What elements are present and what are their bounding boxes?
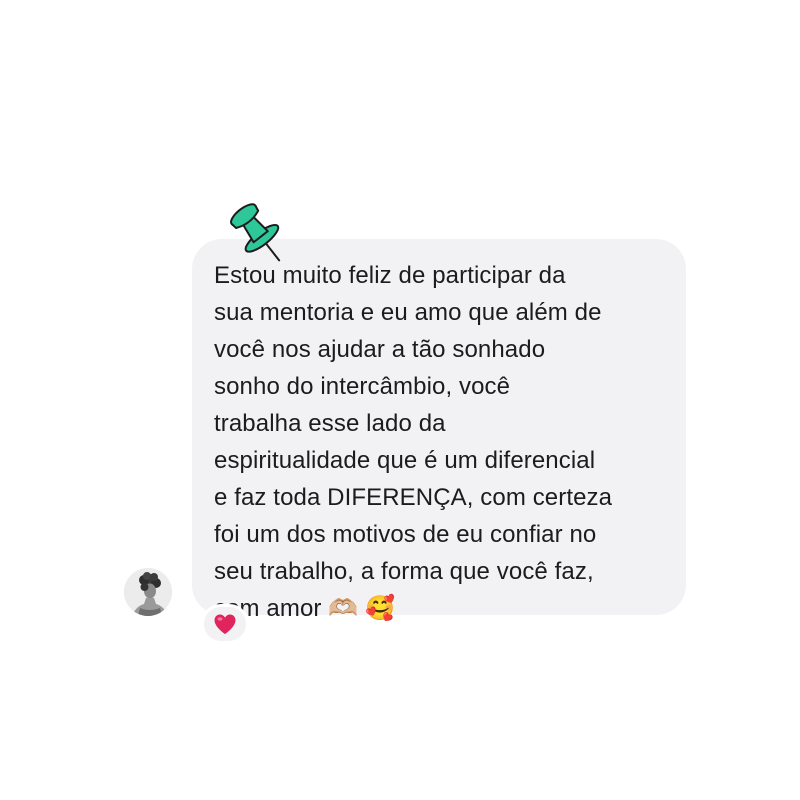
message-line: trabalha esse lado da bbox=[214, 410, 446, 437]
message-line: você nos ajudar a tão sonhado bbox=[214, 336, 546, 363]
avatar-photo bbox=[124, 568, 172, 616]
heart-icon bbox=[214, 614, 236, 634]
message-line: foi um dos motivos de eu confiar no bbox=[214, 521, 597, 548]
sender-avatar[interactable] bbox=[124, 568, 172, 616]
message-bubble[interactable]: Estou muito feliz de participar da sua m… bbox=[192, 239, 686, 622]
message-line: espiritualidade que é um diferencial bbox=[214, 447, 596, 474]
pushpin-icon bbox=[230, 203, 281, 262]
reaction-badge[interactable] bbox=[201, 604, 249, 644]
message-text: Estou muito feliz de participar da sua m… bbox=[214, 257, 666, 627]
message-line: com amor 🫶🏼 🥰 bbox=[214, 595, 395, 622]
message-line: sua mentoria e eu amo que além de bbox=[214, 299, 602, 326]
message-line: seu trabalho, a forma que você faz, bbox=[214, 558, 594, 585]
message-line: e faz toda DIFERENÇA, com certeza bbox=[214, 484, 613, 511]
message-line: sonho do intercâmbio, você bbox=[214, 373, 511, 400]
chat-canvas: Estou muito feliz de participar da sua m… bbox=[0, 0, 800, 800]
